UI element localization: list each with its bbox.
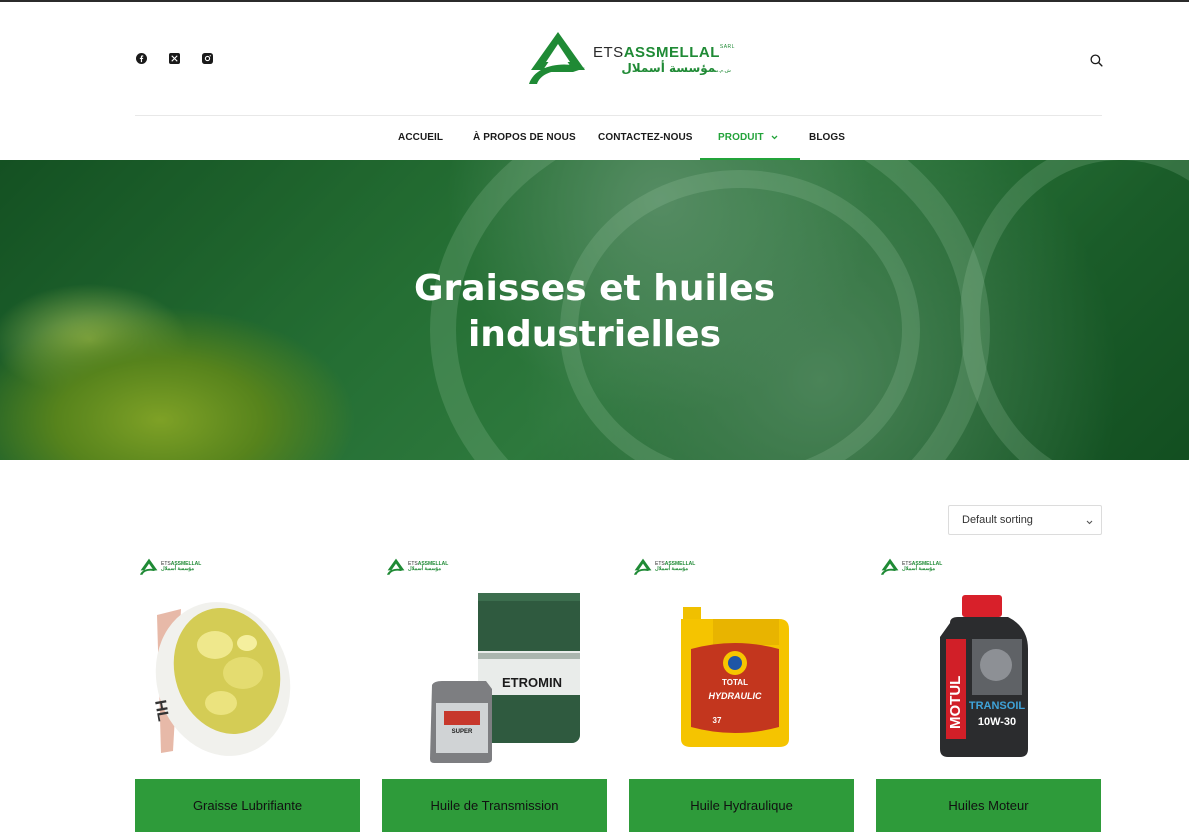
facebook-icon[interactable] bbox=[135, 52, 148, 65]
nav-item-produit-label: PRODUIT bbox=[718, 132, 764, 143]
product-title-button[interactable]: Huile Hydraulique bbox=[629, 779, 854, 832]
hero-banner: Graisses et huiles industrielles bbox=[0, 160, 1189, 460]
nav-item-accueil[interactable]: ACCUEIL bbox=[398, 115, 443, 160]
product-card[interactable]: ETSASSMELLAL مؤسسة أسملال HL Graisse Lubr… bbox=[135, 553, 360, 832]
product-image[interactable]: ETSASSMELLAL مؤسسة أسملال TOTAL HYDRAULIC… bbox=[629, 553, 854, 779]
svg-text:10W-30: 10W-30 bbox=[978, 716, 1016, 728]
nav-item-contactez-nous[interactable]: CONTACTEZ-NOUS bbox=[598, 115, 693, 160]
product-card[interactable]: ETSASSMELLAL مؤسسة أسملال MOTUL TRANSOIL … bbox=[876, 553, 1101, 832]
page-title: Graisses et huiles industrielles bbox=[413, 268, 776, 355]
motul-transoil-bottle-image: MOTUL TRANSOIL 10W-30 bbox=[940, 595, 1028, 757]
svg-text:SUPER: SUPER bbox=[452, 729, 473, 735]
svg-text:HL: HL bbox=[151, 699, 171, 723]
logo-latin-name: ETSASSMELLALSARL bbox=[593, 43, 735, 61]
product-image[interactable]: ETSASSMELLAL مؤسسة أسملال MOTUL TRANSOIL … bbox=[876, 553, 1101, 779]
svg-text:TRANSOIL: TRANSOIL bbox=[969, 700, 1026, 712]
logo-arabic-name: ش.م.ممؤسسة أسملال bbox=[621, 60, 731, 75]
sorting-select[interactable]: Default sorting bbox=[948, 505, 1102, 535]
main-navigation: ACCUEIL À PROPOS DE NOUS CONTACTEZ-NOUS … bbox=[0, 115, 1189, 160]
product-image[interactable]: ETSASSMELLAL مؤسسة أسملال HL bbox=[135, 553, 360, 779]
social-links bbox=[135, 52, 214, 65]
product-card[interactable]: ETSASSMELLAL مؤسسة أسملال ETROMIN SUPER H… bbox=[382, 553, 607, 832]
svg-text:MOTUL: MOTUL bbox=[947, 676, 964, 729]
product-title-button[interactable]: Huile de Transmission bbox=[382, 779, 607, 832]
product-card[interactable]: ETSASSMELLAL مؤسسة أسملال TOTAL HYDRAULIC… bbox=[629, 553, 854, 832]
grease-tub-image: HL bbox=[151, 602, 291, 756]
product-image[interactable]: ETSASSMELLAL مؤسسة أسملال ETROMIN SUPER bbox=[382, 553, 607, 779]
chevron-down-icon bbox=[1086, 516, 1093, 528]
instagram-icon[interactable] bbox=[201, 52, 214, 65]
chevron-down-icon bbox=[771, 135, 778, 140]
nav-item-produit[interactable]: PRODUIT bbox=[700, 115, 800, 160]
search-icon[interactable] bbox=[1090, 54, 1104, 68]
x-twitter-icon[interactable] bbox=[168, 52, 181, 65]
petromin-drum-image: ETROMIN SUPER bbox=[430, 593, 580, 763]
svg-text:HYDRAULIC: HYDRAULIC bbox=[709, 691, 762, 701]
total-hydraulic-can-image: TOTAL HYDRAULIC 37 bbox=[681, 607, 789, 747]
site-header: ETSASSMELLALSARL ش.م.ممؤسسة أسملال bbox=[0, 2, 1189, 116]
nav-item-a-propos[interactable]: À PROPOS DE NOUS bbox=[473, 115, 576, 160]
svg-text:37: 37 bbox=[713, 716, 722, 725]
nav-item-blogs[interactable]: BLOGS bbox=[809, 115, 845, 160]
logo-mark-icon bbox=[529, 32, 585, 84]
site-logo[interactable]: ETSASSMELLALSARL ش.م.ممؤسسة أسملال bbox=[527, 30, 735, 88]
product-title-button[interactable]: Graisse Lubrifiante bbox=[135, 779, 360, 832]
sorting-selected-value: Default sorting bbox=[962, 514, 1033, 526]
svg-text:ETROMIN: ETROMIN bbox=[502, 675, 562, 690]
product-title-button[interactable]: Huiles Moteur bbox=[876, 779, 1101, 832]
svg-text:TOTAL: TOTAL bbox=[722, 678, 748, 687]
product-grid: ETSASSMELLAL مؤسسة أسملال HL Graisse Lubr… bbox=[135, 553, 1101, 832]
